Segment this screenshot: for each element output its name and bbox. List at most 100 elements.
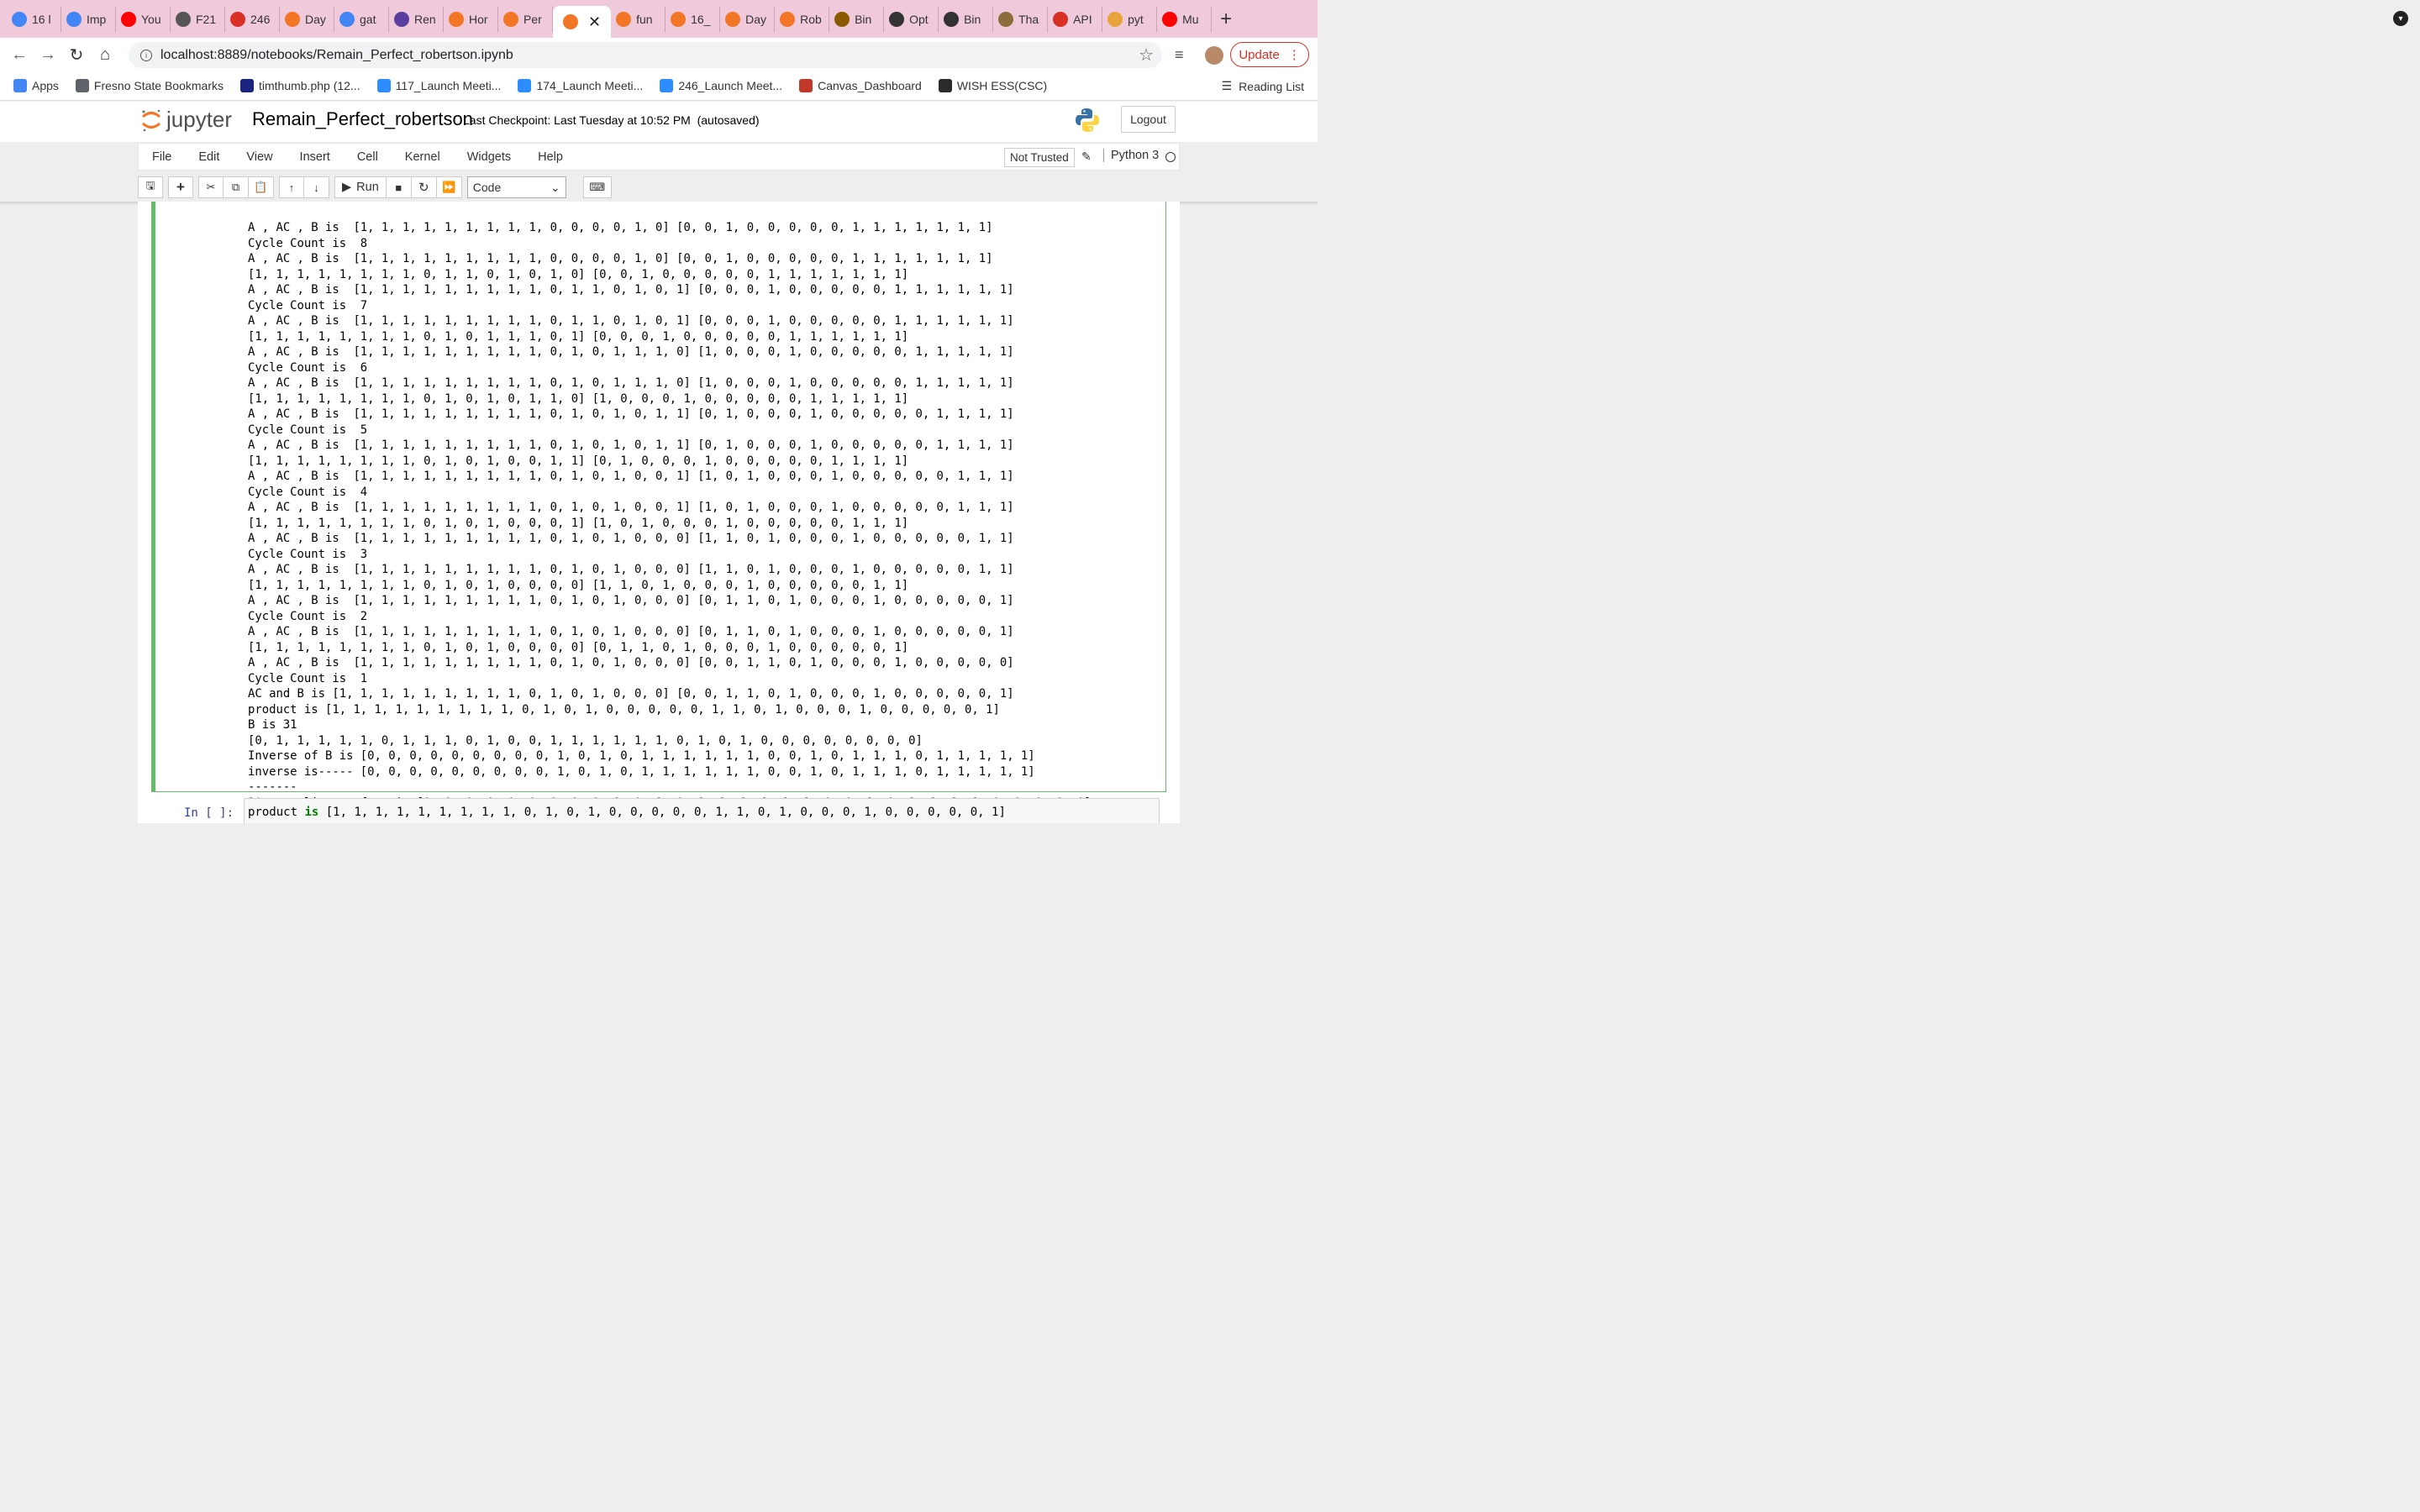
bookmark-label: Apps [32,79,59,92]
menu-view[interactable]: View [233,150,286,164]
bookmark-item[interactable]: 174_Launch Meeti... [518,79,643,92]
jupyter-logo[interactable]: jupyter [141,107,232,133]
logout-button[interactable]: Logout [1121,106,1176,133]
browser-tab[interactable]: fun [611,6,666,32]
menu-kernel[interactable]: Kernel [392,150,454,164]
paste-icon[interactable]: 📋 [249,176,274,198]
reload-icon[interactable]: ↻ [62,45,91,66]
browser-tab[interactable]: Bin [939,6,994,32]
bookmark-item[interactable]: Fresno State Bookmarks [75,79,224,92]
browser-tab[interactable]: Opt [884,6,939,32]
restart-icon[interactable]: ↻ [411,176,437,198]
browser-tab[interactable]: Day [720,6,776,32]
cell-type-select[interactable]: Code ⌄ [466,176,566,198]
browser-tab[interactable]: API [1048,6,1103,32]
bookmark-item[interactable]: Canvas_Dashboard [799,79,922,92]
browser-tab[interactable]: pyt [1102,6,1158,32]
code-input[interactable]: product is [1, 1, 1, 1, 1, 1, 1, 1, 1, 0… [244,798,1160,823]
output-line: [1, 1, 1, 1, 1, 1, 1, 1, 0, 1, 0, 1, 0, … [248,578,909,592]
close-tab-icon[interactable]: ✕ [588,13,601,31]
browser-tab[interactable]: Rob [775,6,830,32]
browser-tab[interactable]: Mu [1157,6,1213,32]
browser-tab[interactable]: Tha [993,6,1049,32]
output-line: A , AC , B is [1, 1, 1, 1, 1, 1, 1, 1, 1… [248,252,993,265]
notebook-icon [285,11,300,27]
profile-avatar[interactable] [1205,46,1223,65]
bookmark-label: WISH ESS(CSC) [956,79,1048,92]
browser-tab[interactable]: Ren [389,6,444,32]
bookmark-item[interactable]: 246_Launch Meet... [660,79,782,92]
menu-edit[interactable]: Edit [185,150,233,164]
menu-file[interactable]: File [139,150,185,164]
browser-tab[interactable]: ✕ [553,6,612,38]
browser-toolbar: ← → ↻ ⌂ i localhost:8889/notebooks/Remai… [0,38,1318,71]
tab-label: Per [523,12,542,26]
bookmark-item[interactable]: timthumb.php (12... [239,79,360,92]
browser-tab[interactable]: 16_ [666,6,721,32]
output-line: [1, 1, 1, 1, 1, 1, 1, 1, 0, 1, 0, 1, 0, … [248,391,909,406]
bookmark-label: timthumb.php (12... [258,79,360,92]
browser-tab[interactable]: gat [334,6,389,32]
browser-tab[interactable]: Day [280,6,334,32]
selected-output-cell[interactable]: A , AC , B is [1, 1, 1, 1, 1, 1, 1, 1, 1… [151,202,1166,810]
tds-icon [889,11,905,27]
output-line: A , AC , B is [1, 1, 1, 1, 1, 1, 1, 1, 1… [248,532,1014,545]
stop-icon[interactable]: ■ [386,176,412,198]
move-down-icon[interactable]: ↓ [304,176,329,198]
copy-icon[interactable]: ⧉ [224,176,249,198]
menu-cell[interactable]: Cell [344,150,392,164]
browser-tab[interactable]: Bin [829,6,885,32]
site-info-icon[interactable]: i [140,49,152,61]
output-line: Cycle Count is 8 [248,236,368,250]
menu-help[interactable]: Help [524,150,576,164]
media-control-icon[interactable]: ≡ [1175,46,1184,64]
output-line: A , AC , B is [1, 1, 1, 1, 1, 1, 1, 1, 1… [248,376,1014,390]
output-line: AC and B is [1, 1, 1, 1, 1, 1, 1, 1, 1, … [248,687,1014,701]
output-line: A , AC , B is [1, 1, 1, 1, 1, 1, 1, 1, 1… [248,345,1014,359]
notebook-container: A , AC , B is [1, 1, 1, 1, 1, 1, 1, 1, 1… [138,202,1180,823]
browser-tab[interactable]: F21 [171,6,225,32]
output-line: ------- [248,780,297,794]
output-line: [1, 1, 1, 1, 1, 1, 1, 1, 0, 1, 0, 1, 0, … [248,516,909,530]
forward-icon[interactable]: → [34,45,62,65]
run-button[interactable]: ▶ Run [334,176,387,198]
update-button[interactable]: Update ⋮ [1230,42,1309,67]
menu-widgets[interactable]: Widgets [454,150,524,164]
keyboard-icon[interactable]: ⌨ [582,176,612,198]
google-icon [66,11,82,27]
move-up-icon[interactable]: ↑ [279,176,304,198]
browser-tab[interactable]: 16 l [7,6,61,32]
menu-insert[interactable]: Insert [287,150,344,164]
tab-search-icon[interactable]: ▾ [2393,11,2408,26]
browser-tab[interactable]: Per [498,6,553,32]
not-trusted-badge[interactable]: Not Trusted [1004,148,1075,167]
bookmark-star-icon[interactable]: ☆ [1139,45,1154,66]
save-icon[interactable]: 🖫 [138,176,163,198]
jupyter-header: jupyter Remain_Perfect_robertson Last Ch… [0,102,1318,142]
notebook-name[interactable]: Remain_Perfect_robertson [252,108,473,130]
chevron-down-icon: ⌄ [550,180,560,194]
browser-tab[interactable]: Hor [444,6,498,32]
insert-cell-icon[interactable]: + [168,176,193,198]
python-logo-icon [1076,108,1099,132]
bookmark-item[interactable]: WISH ESS(CSC) [938,79,1048,92]
tab-label: F21 [196,12,217,26]
new-tab-icon[interactable]: + [1220,8,1232,31]
browser-tab[interactable]: You [116,6,171,32]
bookmark-item[interactable]: Apps [13,79,59,92]
home-icon[interactable]: ⌂ [91,45,119,65]
browser-tab[interactable]: 246 [225,6,280,32]
output-line: product is [1, 1, 1, 1, 1, 1, 1, 1, 1, 0… [248,702,1000,717]
back-icon[interactable]: ← [5,45,34,65]
fast-forward-icon[interactable]: ⏩ [436,176,462,198]
cut-icon[interactable]: ✂ [198,176,224,198]
output-line: A , AC , B is [1, 1, 1, 1, 1, 1, 1, 1, 1… [248,501,1014,514]
edit-pencil-icon[interactable]: ✎ [1081,150,1092,164]
browser-tab[interactable]: Imp [61,6,116,32]
checkpoint-status: Last Checkpoint: Last Tuesday at 10:52 P… [463,113,760,127]
r-icon [834,11,850,27]
address-bar[interactable]: i localhost:8889/notebooks/Remain_Perfec… [129,42,1162,68]
reading-list-button[interactable]: ☰ Reading List [1222,79,1304,93]
bookmark-item[interactable]: 117_Launch Meeti... [376,79,501,92]
chrome-menu-icon[interactable]: ⋮ [1288,47,1301,62]
